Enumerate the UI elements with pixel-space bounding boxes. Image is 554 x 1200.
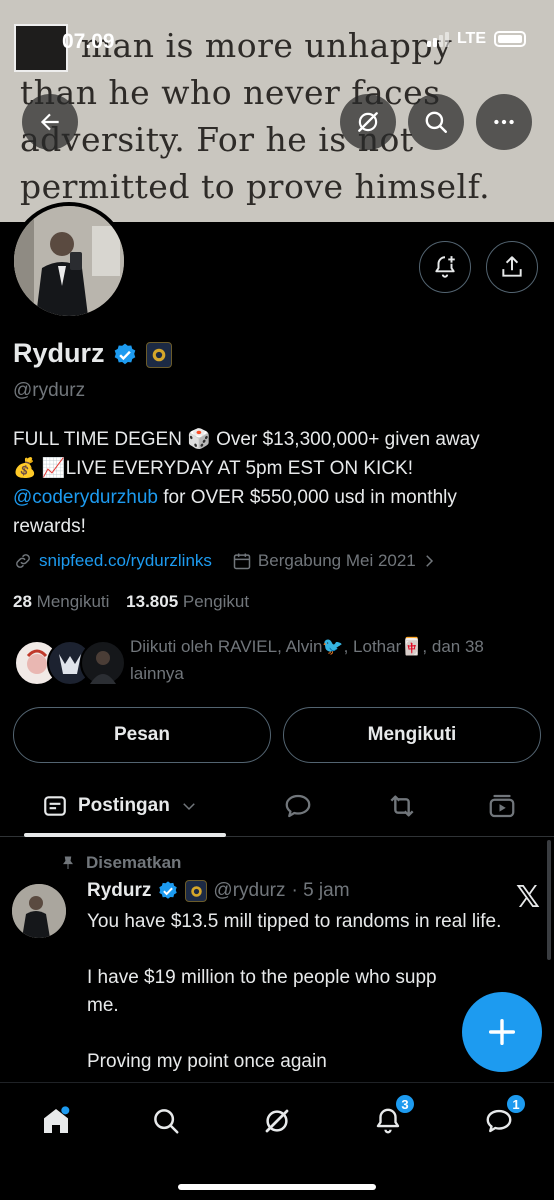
banner-no-box [14, 24, 68, 72]
following-link[interactable]: 28 Mengikuti [13, 592, 109, 611]
follower-avatar [80, 640, 126, 686]
media-icon [489, 794, 515, 818]
bio-line: FULL TIME DEGEN 🎲 Over $13,300,000+ give… [13, 429, 480, 450]
followed-by-text[interactable]: Diikuti oleh RAVIEL, Alvin🐦, Lothar🀄, da… [130, 633, 530, 687]
notifications-badge: 3 [394, 1093, 416, 1115]
nav-notifications[interactable]: 3 [366, 1093, 416, 1143]
calendar-icon [233, 553, 251, 570]
affiliate-badge-icon[interactable] [145, 341, 172, 368]
following-button[interactable]: Mengikuti [283, 707, 541, 763]
profile-avatar[interactable] [10, 202, 128, 320]
search-icon [425, 111, 447, 133]
profile-name: Rydurz [13, 338, 172, 369]
repost-icon [390, 795, 414, 817]
status-indicators: LTE [426, 30, 526, 48]
chevron-right-icon[interactable] [420, 552, 438, 570]
tab-posts-label: Postingan [78, 795, 170, 816]
followers-count: 13.805 [126, 592, 179, 611]
bio-line: rewards! [13, 516, 86, 537]
following-count: 28 [13, 592, 32, 611]
nav-messages[interactable]: 1 [477, 1093, 527, 1143]
signal-icon [426, 31, 449, 47]
post-author-name[interactable]: Rydurz [87, 880, 151, 902]
following-label: Mengikuti [36, 592, 110, 611]
tab-media[interactable] [486, 790, 518, 822]
bio-line: 💰 📈LIVE EVERYDAY AT 5pm EST ON KICK! [13, 458, 414, 479]
notify-button[interactable] [419, 241, 471, 293]
active-tab-indicator [24, 833, 226, 837]
search-button[interactable] [408, 94, 464, 150]
compose-button[interactable] [462, 992, 542, 1072]
tab-replies[interactable] [282, 790, 314, 822]
post-time: · 5 jam [291, 880, 350, 901]
banner-quote-line: than he who never faces [20, 73, 441, 112]
bio-line-text: for OVER $550,000 usd in monthly [157, 487, 457, 508]
more-icon [494, 119, 514, 125]
pin-icon [63, 856, 73, 869]
network-type: LTE [456, 30, 486, 47]
nav-home[interactable] [34, 1099, 78, 1143]
nav-search[interactable] [144, 1099, 188, 1143]
post-text[interactable]: You have $13.5 mill tipped to randoms in… [87, 908, 527, 1076]
bottom-nav: 3 1 [0, 1082, 554, 1200]
battery-icon [494, 31, 526, 47]
tab-reposts[interactable] [386, 790, 418, 822]
bell-plus-icon [435, 256, 455, 278]
grok-icon [358, 112, 378, 132]
share-icon [502, 256, 522, 277]
profile-handle: @rydurz [13, 380, 86, 401]
follow-counts: 28 Mengikuti 13.805 Pengikut [13, 592, 249, 612]
chevron-down-icon [183, 803, 195, 811]
followers-label: Pengikut [182, 592, 250, 611]
affiliate-badge-icon [185, 880, 208, 902]
nav-grok[interactable] [255, 1099, 299, 1143]
banner-quote-line: adversity. For he is not [20, 120, 414, 159]
plus-icon [488, 1018, 516, 1046]
posts-icon [44, 796, 66, 816]
post-author-handle: @rydurz [213, 880, 286, 901]
profile-bio: FULL TIME DEGEN 🎲 Over $13,300,000+ give… [13, 425, 538, 541]
website-link[interactable]: snipfeed.co/rydurzlinks [39, 551, 212, 571]
verified-badge-icon [157, 880, 179, 902]
verified-badge-icon[interactable] [112, 342, 138, 368]
profile-tabs: Postingan [0, 775, 554, 837]
link-icon [16, 554, 30, 568]
reply-icon [285, 794, 311, 818]
post-author-avatar[interactable] [12, 884, 66, 938]
tab-posts[interactable]: Postingan [24, 775, 226, 837]
home-icon [44, 1106, 70, 1133]
pinned-label: Disematkan [60, 853, 181, 873]
bio-mention-link[interactable]: @coderydurzhub [13, 487, 158, 508]
status-time: 07.09 [62, 30, 115, 53]
grok-button[interactable] [340, 94, 396, 150]
post-header: Rydurz @rydurz · 5 jam [87, 880, 350, 902]
banner-quote-line: permitted to prove himself. [20, 167, 491, 206]
pinned-label-text: Disematkan [86, 853, 182, 872]
profile-meta: snipfeed.co/rydurzlinks Bergabung Mei 20… [13, 551, 438, 571]
message-button[interactable]: Pesan [13, 707, 271, 763]
grok-icon [265, 1109, 289, 1133]
scrollbar[interactable] [547, 840, 551, 960]
home-indicator[interactable] [178, 1184, 376, 1190]
arrow-left-icon [40, 113, 59, 131]
search-icon [154, 1109, 179, 1134]
bio-line: @coderydurzhub for OVER $550,000 usd in … [13, 483, 538, 512]
share-button[interactable] [486, 241, 538, 293]
messages-badge: 1 [505, 1093, 527, 1115]
back-button[interactable] [22, 94, 78, 150]
joined-date: Bergabung Mei 2021 [257, 551, 416, 570]
followers-link[interactable]: 13.805 Pengikut [126, 592, 249, 611]
more-button[interactable] [476, 94, 532, 150]
profile-name-text: Rydurz [13, 338, 105, 368]
avatar-photo [14, 206, 124, 316]
